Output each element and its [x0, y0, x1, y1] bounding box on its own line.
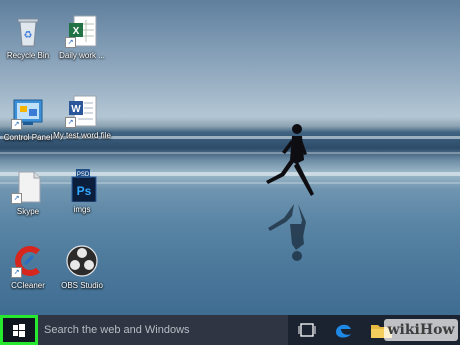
desktop-icon-my-test-word-file[interactable]: W ↗ My test word file	[50, 94, 114, 140]
runner-silhouette	[266, 124, 314, 261]
surf-line	[0, 152, 460, 154]
edge-browser-icon	[336, 324, 351, 338]
desktop-icon-daily-work[interactable]: X ↗ Daily work ...	[50, 14, 114, 60]
excel-letter: X	[73, 26, 80, 37]
word-letter: W	[71, 104, 81, 115]
shortcut-arrow-icon: ↗	[65, 117, 76, 128]
excel-file-icon: X ↗	[65, 14, 99, 48]
taskbar: Search the web and Windows wikiHow	[0, 315, 460, 345]
psd-tag: PSD	[77, 172, 90, 178]
shortcut-arrow-icon: ↗	[11, 193, 22, 204]
search-box[interactable]: Search the web and Windows	[38, 315, 288, 345]
desktop-icon-label: My test word file	[53, 131, 111, 140]
recycle-bin-icon: ♻	[11, 14, 45, 48]
desktop-icon-imgs[interactable]: PSD Ps imgs	[50, 168, 114, 214]
edge-taskbar-button[interactable]	[328, 315, 358, 345]
blank-shortcut-icon: ↗	[11, 170, 45, 204]
control-panel-icon: ↗	[11, 96, 45, 130]
task-view-icon	[298, 323, 316, 337]
windows-logo-icon	[13, 324, 25, 337]
desktop-icon-label: OBS Studio	[61, 281, 103, 290]
photoshop-file-icon: PSD Ps	[65, 168, 99, 203]
shortcut-arrow-icon: ↗	[65, 37, 76, 48]
svg-text:♻: ♻	[24, 30, 33, 41]
shortcut-arrow-icon: ↗	[11, 119, 22, 130]
desktop-background: ♻ Recycle Bin X ↗ Daily work ... ↗ Contr…	[0, 0, 460, 315]
desktop-icon-label: Daily work ...	[59, 51, 105, 60]
ccleaner-icon: ↗	[11, 244, 45, 278]
obs-studio-icon	[65, 244, 99, 278]
search-placeholder: Search the web and Windows	[44, 324, 190, 336]
start-button[interactable]	[0, 315, 38, 345]
wikihow-watermark: wikiHow	[384, 319, 458, 341]
task-view-button[interactable]	[292, 315, 322, 345]
shortcut-arrow-icon: ↗	[11, 267, 22, 278]
ps-text: Ps	[77, 184, 92, 198]
word-file-icon: W ↗	[65, 94, 99, 128]
desktop-icon-label: imgs	[73, 205, 91, 214]
desktop-icon-obs-studio[interactable]: OBS Studio	[50, 244, 114, 290]
wikihow-text: wikiHow	[387, 322, 455, 338]
